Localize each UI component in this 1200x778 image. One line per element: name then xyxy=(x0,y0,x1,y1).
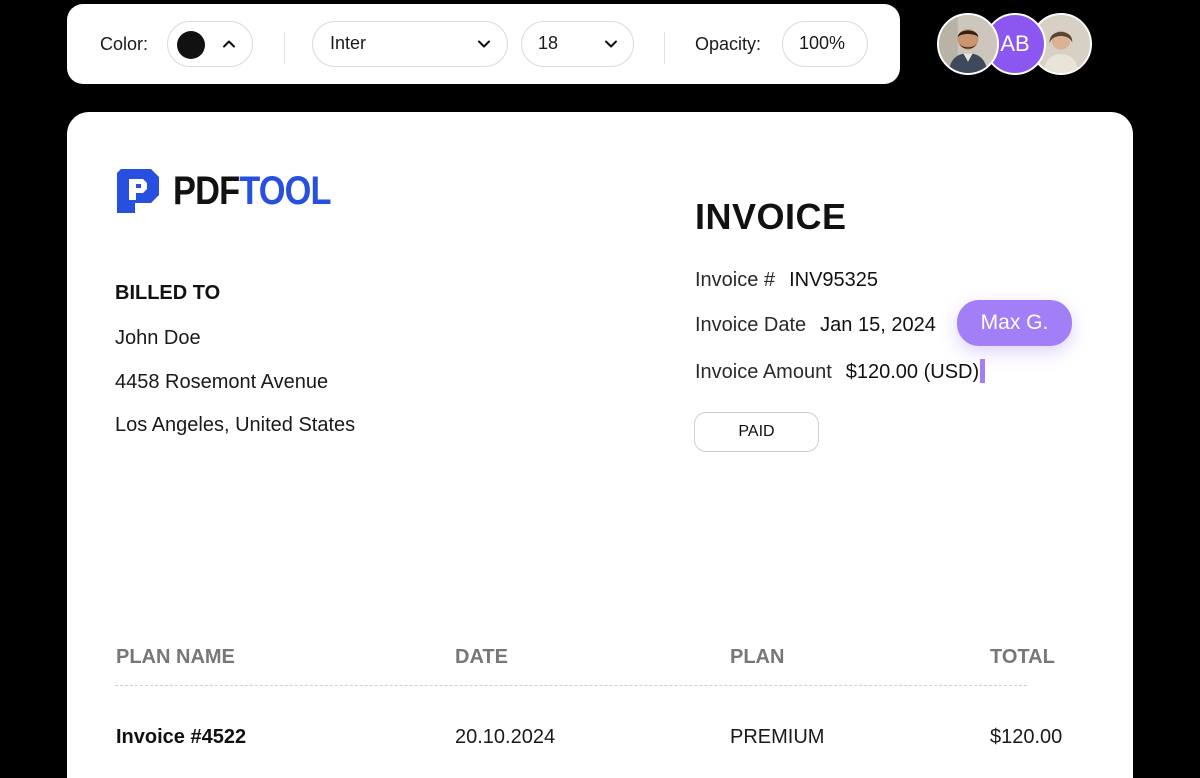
color-label: Color: xyxy=(100,34,149,54)
opacity-label: Opacity: xyxy=(695,34,762,54)
logo-text-tool: TOOL xyxy=(239,169,331,213)
table-divider xyxy=(115,685,1027,686)
invoice-document: PDFTOOL BILLED TO John Doe 4458 Rosemont… xyxy=(67,112,1133,778)
status-badge: PAID xyxy=(694,412,819,452)
billed-to-city: Los Angeles, United States xyxy=(115,414,356,436)
table-header-date: DATE xyxy=(455,646,508,668)
billed-to-heading: BILLED TO xyxy=(115,282,221,304)
invoice-title: INVOICE xyxy=(695,196,847,237)
avatar-initials: AB xyxy=(1000,31,1030,56)
table-cell-date: 20.10.2024 xyxy=(455,726,556,748)
table-header-plan: PLAN xyxy=(730,646,785,668)
toolbar-divider xyxy=(284,32,285,64)
chevron-up-icon xyxy=(223,40,235,48)
table-cell-plan-name: Invoice #4522 xyxy=(116,726,247,748)
toolbar-divider xyxy=(664,32,665,64)
billed-to-address: 4458 Rosemont Avenue xyxy=(115,371,329,393)
person-photo-icon xyxy=(939,15,997,73)
table-header-plan-name: PLAN NAME xyxy=(116,646,235,668)
collaborator-avatar-photo[interactable] xyxy=(937,13,999,75)
chevron-down-icon xyxy=(605,40,617,48)
opacity-value: 100% xyxy=(799,33,846,53)
invoice-date-label: Invoice Date xyxy=(695,314,807,336)
color-picker-button[interactable] xyxy=(167,21,253,67)
font-family-value: Inter xyxy=(330,33,367,53)
billed-to-name: John Doe xyxy=(115,327,201,349)
pdftool-logo-text: PDFTOOL xyxy=(173,167,332,215)
table-cell-total: $120.00 xyxy=(990,726,1063,748)
opacity-input[interactable]: 100% xyxy=(782,21,868,67)
invoice-date-row: Invoice Date Jan 15, 2024 xyxy=(695,314,936,337)
table-cell-plan: PREMIUM xyxy=(730,726,825,748)
color-swatch xyxy=(177,31,205,59)
font-size-select[interactable]: 18 xyxy=(521,21,634,67)
text-cursor-caret xyxy=(980,359,986,383)
invoice-number-value: INV95325 xyxy=(789,269,879,291)
font-size-value: 18 xyxy=(538,33,559,53)
logo-text-pdf: PDF xyxy=(173,169,240,213)
invoice-amount-row: Invoice Amount $120.00 (USD) xyxy=(695,359,986,384)
table-header-total: TOTAL xyxy=(990,646,1055,668)
font-family-select[interactable]: Inter xyxy=(312,21,508,67)
invoice-date-value: Jan 15, 2024 xyxy=(820,314,936,336)
chevron-down-icon xyxy=(478,40,490,48)
invoice-amount-value[interactable]: $120.00 (USD) xyxy=(846,361,979,383)
invoice-amount-label: Invoice Amount xyxy=(695,361,832,383)
invoice-number-row: Invoice # INV95325 xyxy=(695,269,878,292)
collaborator-cursor-tag: Max G. xyxy=(957,300,1072,346)
pdftool-logo-icon xyxy=(117,169,159,213)
invoice-number-label: Invoice # xyxy=(695,269,776,291)
formatting-toolbar: Color: Inter 18 Opacity: 100% xyxy=(67,4,900,84)
